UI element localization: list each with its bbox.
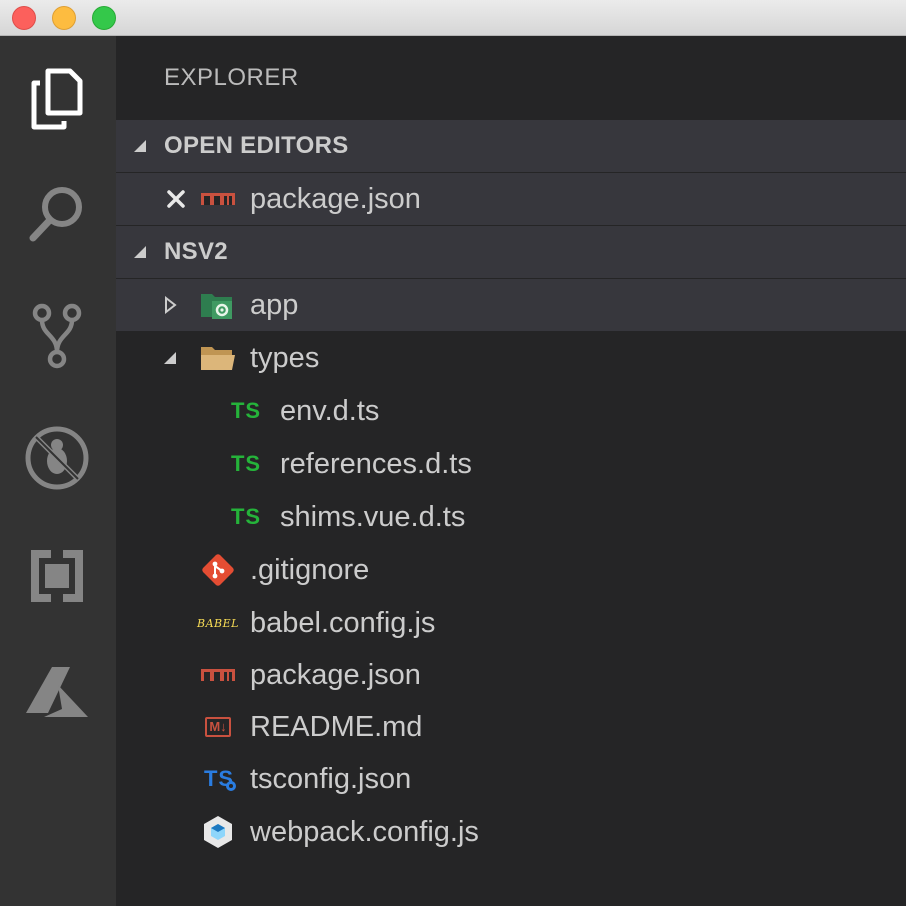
tree-item-references-d-ts[interactable]: TS references.d.ts bbox=[116, 438, 906, 490]
webpack-icon bbox=[200, 806, 236, 858]
close-icon[interactable] bbox=[164, 173, 188, 225]
explorer-sidebar: EXPLORER OPEN EDITORS package.json NSV2 bbox=[116, 36, 906, 906]
typescript-icon: TS bbox=[230, 504, 262, 529]
debug-icon[interactable] bbox=[22, 423, 92, 493]
minimize-window-button[interactable] bbox=[52, 6, 76, 30]
zoom-window-button[interactable] bbox=[92, 6, 116, 30]
file-label: types bbox=[250, 341, 320, 374]
npm-icon bbox=[200, 173, 236, 225]
babel-icon: BABEL bbox=[197, 616, 239, 630]
file-label: app bbox=[250, 288, 299, 321]
chevron-down-icon bbox=[130, 242, 150, 262]
activity-bar bbox=[0, 36, 116, 906]
markdown-badge: M↓ bbox=[205, 717, 231, 737]
file-label: env.d.ts bbox=[280, 394, 380, 427]
file-label: .gitignore bbox=[250, 553, 370, 586]
search-icon[interactable] bbox=[22, 179, 92, 249]
explorer-title: EXPLORER bbox=[164, 64, 299, 91]
file-label: webpack.config.js bbox=[250, 815, 479, 848]
file-label: package.json bbox=[250, 182, 421, 215]
source-control-icon[interactable] bbox=[22, 301, 92, 371]
chevron-down-icon bbox=[160, 348, 180, 368]
npm-icon bbox=[200, 649, 236, 701]
extensions-icon[interactable] bbox=[22, 541, 92, 611]
file-label: tsconfig.json bbox=[250, 762, 412, 795]
typescript-icon: TS bbox=[230, 451, 262, 476]
open-editor-item[interactable]: package.json bbox=[116, 173, 906, 225]
tree-item-tsconfig[interactable]: TS tsconfig.json bbox=[116, 753, 906, 805]
file-label: references.d.ts bbox=[280, 447, 472, 480]
tree-item-package-json[interactable]: package.json bbox=[116, 649, 906, 701]
chevron-down-icon bbox=[130, 136, 150, 156]
tree-item-babel-config[interactable]: BABEL babel.config.js bbox=[116, 597, 906, 649]
tsconfig-icon: TS bbox=[200, 753, 238, 805]
markdown-icon: M↓ bbox=[200, 701, 236, 753]
tree-item-shims-vue-d-ts[interactable]: TS shims.vue.d.ts bbox=[116, 491, 906, 543]
file-label: README.md bbox=[250, 710, 423, 743]
tree-item-types[interactable]: types bbox=[116, 332, 906, 384]
explorer-icon[interactable] bbox=[22, 64, 92, 134]
tree-item-app[interactable]: app bbox=[116, 279, 906, 331]
typescript-icon: TS bbox=[230, 398, 262, 423]
project-label: NSV2 bbox=[164, 238, 228, 265]
file-label: package.json bbox=[250, 658, 421, 691]
azure-icon[interactable] bbox=[22, 658, 92, 728]
tree-item-env-d-ts[interactable]: TS env.d.ts bbox=[116, 385, 906, 437]
git-icon bbox=[200, 544, 236, 596]
gear-icon bbox=[226, 781, 236, 791]
tree-item-readme[interactable]: M↓ README.md bbox=[116, 701, 906, 753]
open-editors-label: OPEN EDITORS bbox=[164, 132, 349, 159]
window-titlebar bbox=[0, 0, 906, 36]
project-header[interactable]: NSV2 bbox=[116, 226, 906, 278]
tree-item-gitignore[interactable]: .gitignore bbox=[116, 544, 906, 596]
file-label: babel.config.js bbox=[250, 606, 436, 639]
folder-app-icon bbox=[200, 279, 236, 331]
close-window-button[interactable] bbox=[12, 6, 36, 30]
file-label: shims.vue.d.ts bbox=[280, 500, 466, 533]
open-editors-header[interactable]: OPEN EDITORS bbox=[116, 120, 906, 172]
chevron-right-icon bbox=[160, 295, 180, 315]
folder-open-icon bbox=[200, 332, 236, 384]
tree-item-webpack-config[interactable]: webpack.config.js bbox=[116, 806, 906, 858]
